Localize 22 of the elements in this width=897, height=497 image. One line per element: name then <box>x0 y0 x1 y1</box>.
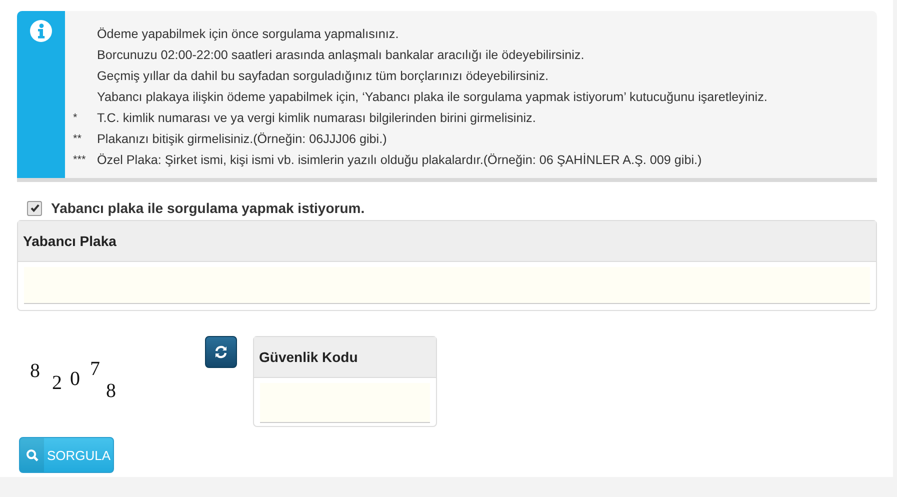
footnote-marker: *** <box>73 154 86 166</box>
footnote-marker: ** <box>73 132 82 144</box>
security-code-input-field[interactable] <box>260 383 430 423</box>
info-text: Geçmiş yıllar da dahil bu sayfadan sorguladığınız tüm borçlarınızı ödeyebilirsiniz. <box>97 68 548 82</box>
info-text: Borcunuzu 02:00-22:00 saatleri arasında anlaşmalı bankalar aracılığı ile ödeyebilirsiniz. <box>97 48 584 62</box>
refresh-icon <box>214 345 228 359</box>
query-button[interactable]: SORGULA <box>19 437 114 473</box>
checkbox[interactable] <box>27 200 42 216</box>
search-icon <box>26 448 38 462</box>
info-icon <box>30 20 52 42</box>
plate-input-field[interactable] <box>24 267 870 304</box>
info-text: T.C. kimlik numarası ve ya vergi kimlik numarası bilgilerinden birini girmelisiniz. <box>97 110 536 124</box>
checkbox-label: Yabancı plaka ile sorgulama yapmak istiyorum. <box>51 200 365 216</box>
panel-title: Yabancı Plaka <box>23 233 116 249</box>
info-text: Ödeme yapabilmek için önce sorgulama yapmalısınız. <box>97 26 399 40</box>
footnote-marker: * <box>73 112 78 124</box>
info-text: Yabancı plakaya ilişkin ödeme yapabilmek için, ‘Yabancı plaka ile sorgulama yapmak istiyorum’ kutucuğunu işaretleyiniz. <box>97 90 768 104</box>
refresh-button[interactable] <box>205 336 237 368</box>
panel-title: Güvenlik Kodu <box>259 349 358 365</box>
info-text: Özel Plaka: Şirket ismi, kişi ismi vb. isimlerin yazılı olduğu plakalardır.(Örneğin: 06 ŞAHİNLER A.Ş. 009 gibi.) <box>97 152 702 166</box>
captcha-image: 8 2 0 7 8 <box>30 360 117 404</box>
info-text: Plakanızı bitişik girmelisiniz.(Örneğin: 06JJJ06 gibi.) <box>97 132 387 146</box>
